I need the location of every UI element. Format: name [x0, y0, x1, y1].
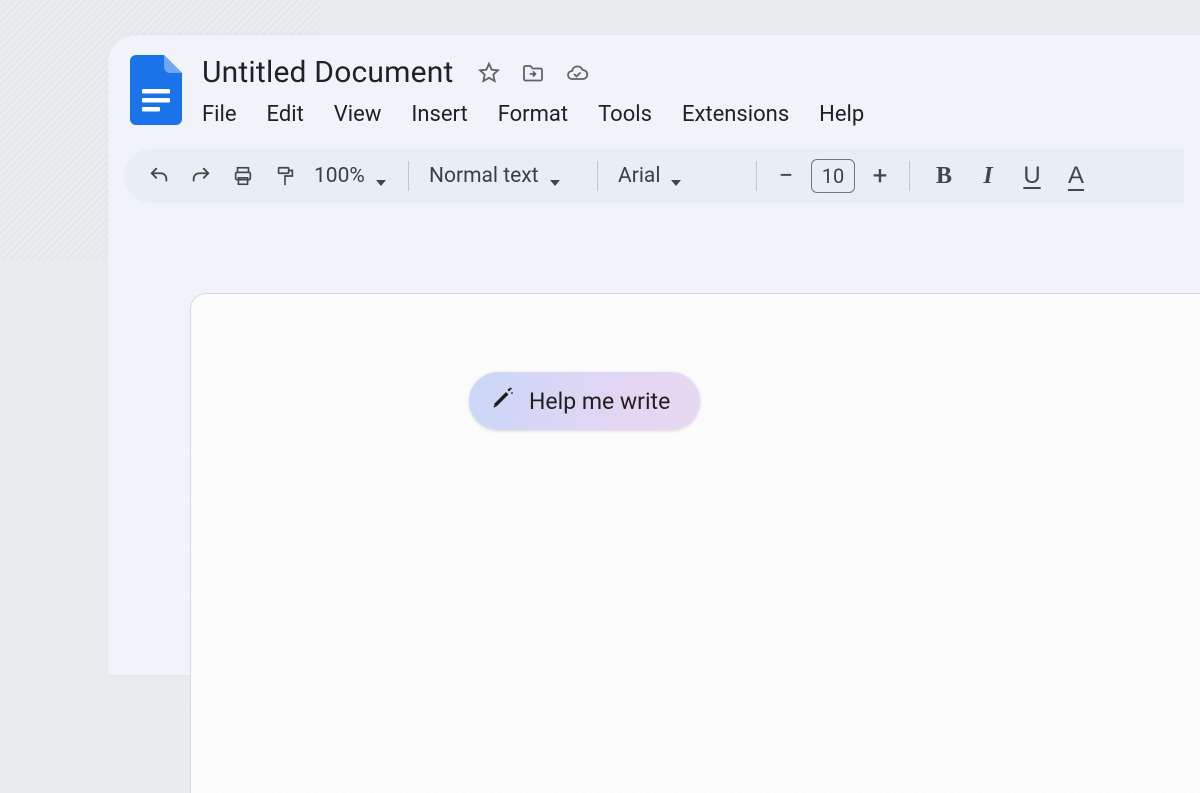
bold-button[interactable]: B — [924, 157, 964, 195]
menu-help[interactable]: Help — [817, 100, 866, 129]
font-value: Arial — [618, 164, 660, 188]
italic-button[interactable]: I — [968, 157, 1008, 195]
chevron-down-icon — [549, 171, 559, 181]
document-title-input[interactable]: Untitled Document — [198, 53, 458, 92]
zoom-dropdown[interactable]: 100% — [308, 157, 394, 195]
text-color-button[interactable]: A — [1056, 157, 1096, 195]
toolbar-separator — [408, 161, 409, 191]
menu-extensions[interactable]: Extensions — [680, 100, 791, 129]
chevron-down-icon — [375, 171, 385, 181]
docs-window: Untitled Document — [108, 35, 1200, 675]
title-block: Untitled Document — [198, 53, 868, 129]
help-me-write-chip[interactable]: Help me write — [469, 372, 700, 430]
paint-format-button[interactable] — [266, 157, 304, 195]
move-to-folder-icon[interactable] — [520, 60, 546, 86]
font-size-input[interactable] — [811, 159, 855, 193]
toolbar-separator — [909, 161, 910, 191]
canvas-area: Help me write — [108, 235, 1200, 675]
underline-button[interactable]: U — [1012, 157, 1052, 195]
chevron-down-icon — [670, 171, 680, 181]
redo-button[interactable] — [182, 157, 220, 195]
menu-view[interactable]: View — [332, 100, 384, 129]
menu-file[interactable]: File — [200, 100, 239, 129]
document-page[interactable]: Help me write — [190, 293, 1200, 793]
menu-bar: File Edit View Insert Format Tools Exten… — [198, 98, 868, 129]
increase-font-size-button[interactable]: + — [865, 161, 895, 191]
magic-pen-icon — [491, 386, 515, 416]
font-dropdown[interactable]: Arial — [612, 157, 742, 195]
toolbar-separator — [597, 161, 598, 191]
zoom-value: 100% — [314, 164, 365, 188]
print-button[interactable] — [224, 157, 262, 195]
decrease-font-size-button[interactable]: − — [771, 161, 801, 191]
star-icon[interactable] — [476, 60, 502, 86]
paragraph-style-value: Normal text — [429, 164, 539, 188]
menu-insert[interactable]: Insert — [409, 100, 469, 129]
menu-format[interactable]: Format — [496, 100, 570, 129]
help-me-write-label: Help me write — [529, 388, 670, 415]
title-row: Untitled Document — [198, 53, 868, 92]
cloud-status-icon[interactable] — [564, 60, 590, 86]
menu-tools[interactable]: Tools — [596, 100, 654, 129]
toolbar-separator — [756, 161, 757, 191]
paragraph-style-dropdown[interactable]: Normal text — [423, 157, 583, 195]
toolbar: 100% Normal text Arial − + B — [124, 149, 1184, 203]
menu-edit[interactable]: Edit — [265, 100, 306, 129]
font-size-group: − + — [771, 159, 895, 193]
docs-logo-icon[interactable] — [130, 55, 182, 125]
undo-button[interactable] — [140, 157, 178, 195]
title-bar: Untitled Document — [108, 35, 1200, 135]
